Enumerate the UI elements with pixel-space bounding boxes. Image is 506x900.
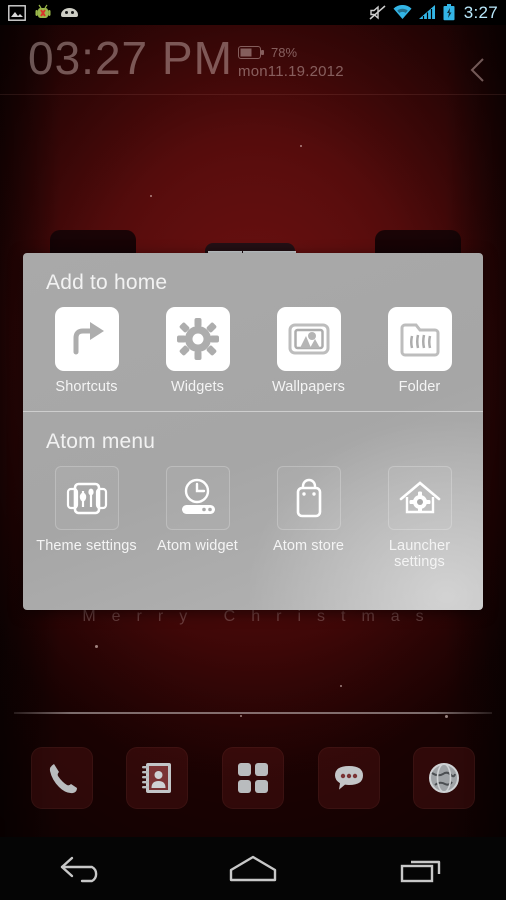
section-add-to-home: Add to home Shortcuts Widgets Wallpapers… <box>23 253 483 395</box>
contacts-book-icon <box>142 762 172 793</box>
dock-item-browser[interactable] <box>413 746 476 809</box>
dock-item-phone[interactable] <box>30 746 93 809</box>
add-to-home-dialog: Add to home Shortcuts Widgets Wallpapers… <box>23 253 483 610</box>
status-bar-system-icons: 3:27 <box>369 3 498 23</box>
menu-item-label: Widgets <box>170 379 225 395</box>
menu-item-label: Launcher settings <box>388 538 451 571</box>
gear-icon <box>165 307 230 371</box>
status-bar: 3:27 <box>0 0 506 25</box>
chevron-left-icon[interactable] <box>468 55 488 91</box>
back-button[interactable] <box>44 844 124 894</box>
shortcut-arrow-icon <box>54 307 119 371</box>
dock-item-app-drawer[interactable] <box>221 746 284 809</box>
picture-frame-icon <box>276 307 341 371</box>
menu-item-folder[interactable]: Folder <box>364 307 475 395</box>
menu-item-label: Theme settings <box>36 538 137 555</box>
section-title-atom-menu: Atom menu <box>46 430 156 454</box>
menu-item-widgets[interactable]: Widgets <box>142 307 253 395</box>
menu-item-wallpapers[interactable]: Wallpapers <box>253 307 364 395</box>
globe-icon <box>429 762 460 793</box>
clock-widget-time: 03:27 PM <box>28 32 233 84</box>
house-gear-icon <box>387 466 452 531</box>
clock-widget[interactable]: 03:27 PM 78% mon11.19.2012 <box>0 25 506 95</box>
phone-icon <box>49 763 77 793</box>
dock <box>0 740 506 815</box>
folder-icon <box>387 307 452 371</box>
section-title-add-to-home: Add to home <box>46 271 168 294</box>
menu-item-label: Folder <box>398 379 441 395</box>
theme-cards-icon <box>54 466 119 531</box>
mute-icon <box>369 5 386 20</box>
status-bar-clock: 3:27 <box>463 2 498 22</box>
status-bar-notifications <box>8 4 79 21</box>
home-button[interactable] <box>213 844 293 894</box>
app-grid-icon <box>237 762 268 793</box>
home-icon <box>229 855 277 881</box>
atom-menu-grid: Theme settings Atom widget Atom store La… <box>23 454 483 570</box>
menu-item-label: Wallpapers <box>272 379 345 395</box>
dock-item-contacts[interactable] <box>126 746 189 809</box>
wallpaper-text: Merry Christmas <box>82 608 440 625</box>
section-atom-menu: Atom menu Theme settings Atom widget Ato… <box>23 412 483 570</box>
battery-icon <box>238 46 264 59</box>
menu-item-launcher-settings[interactable]: Launcher settings <box>364 466 475 570</box>
signal-icon <box>418 5 435 19</box>
wifi-icon <box>393 5 412 19</box>
android-bug-icon <box>35 4 51 18</box>
back-arrow-icon <box>61 856 98 882</box>
menu-item-label: Atom store <box>272 538 345 555</box>
clock-widget-battery: 78% <box>238 45 297 60</box>
clock-widget-battery-percent: 78% <box>271 45 298 60</box>
menu-item-theme-settings[interactable]: Theme settings <box>31 466 142 570</box>
image-icon <box>8 4 26 21</box>
menu-item-label: Shortcuts <box>55 379 118 395</box>
clock-widget-icon <box>165 466 230 531</box>
recents-icon <box>400 860 440 882</box>
battery-charging-icon <box>443 4 455 21</box>
menu-item-shortcuts[interactable]: Shortcuts <box>31 307 142 395</box>
clock-widget-date: mon11.19.2012 <box>238 63 344 80</box>
recents-button[interactable] <box>382 844 462 894</box>
menu-item-atom-widget[interactable]: Atom widget <box>142 466 253 570</box>
dock-item-messaging[interactable] <box>317 746 380 809</box>
navigation-bar <box>0 837 506 900</box>
menu-item-label: Atom widget <box>157 538 238 555</box>
add-to-home-grid: Shortcuts Widgets Wallpapers Folder <box>23 295 483 395</box>
chat-bubble-icon <box>334 765 363 790</box>
android-head-icon <box>61 8 78 17</box>
menu-item-atom-store[interactable]: Atom store <box>253 466 364 570</box>
shopping-bag-icon <box>276 466 341 531</box>
dock-divider <box>14 712 492 714</box>
